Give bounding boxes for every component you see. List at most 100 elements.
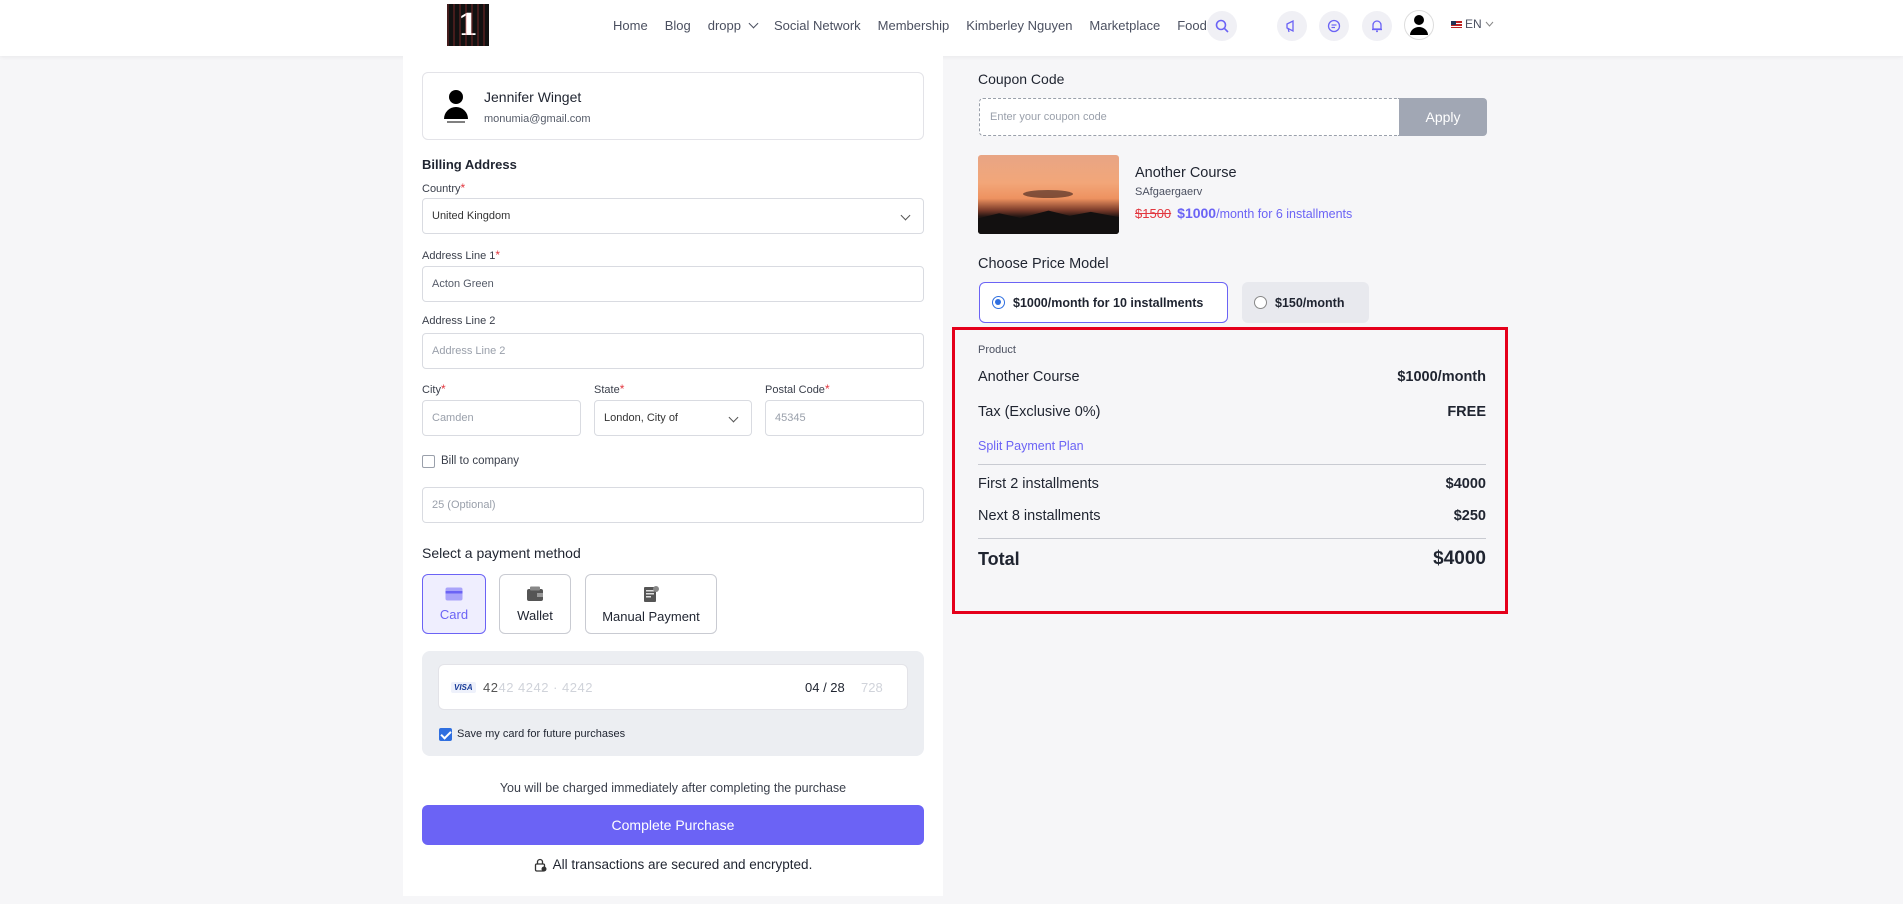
summary-divider [978, 538, 1486, 539]
secure-note-text: All transactions are secured and encrypt… [552, 857, 813, 872]
card-details-box: VISA 4242 4242 · 4242 04 / 28 728 Save m… [422, 651, 924, 756]
lock-icon [534, 858, 547, 872]
course-price-suffix: /month for 6 installments [1216, 207, 1353, 221]
price-model-option-label: $150/month [1275, 295, 1345, 310]
payment-method-card[interactable]: Card [422, 574, 486, 634]
megaphone-icon [1286, 19, 1294, 33]
top-navbar: 1 Home Blog dropp Social Network Members… [0, 0, 1903, 56]
required-mark: * [495, 248, 501, 262]
address1-input[interactable]: Acton Green [422, 266, 924, 302]
complete-purchase-button[interactable]: Complete Purchase [422, 805, 924, 845]
user-icon [1410, 15, 1428, 35]
course-subtitle: SAfgaergaerv [1135, 186, 1203, 198]
country-select[interactable]: United Kingdom [422, 198, 924, 234]
save-card-label: Save my card for future purchases [457, 728, 626, 740]
summary-next-label: Next 8 installments [978, 508, 1101, 524]
card-expiry[interactable]: 04 / 28 [805, 680, 845, 695]
bill-to-company-checkbox[interactable] [422, 455, 435, 468]
course-price: $1500 $1000/month for 6 installments [1135, 205, 1352, 221]
address1-label: Address Line 1* [422, 248, 500, 262]
summary-product-row: Another Course $1000/month [978, 369, 1486, 385]
save-card-checkbox[interactable] [439, 728, 452, 741]
user-email: monumia@gmail.com [484, 113, 591, 125]
company-placeholder: 25 (Optional) [432, 499, 496, 511]
summary-total-value: $4000 [1433, 548, 1486, 569]
summary-product-name: Another Course [978, 369, 1080, 385]
nav-marketplace[interactable]: Marketplace [1089, 18, 1160, 33]
user-card: Jennifer Winget monumia@gmail.com [422, 72, 924, 140]
postal-code-label: Postal Code* [765, 382, 830, 396]
required-mark: * [824, 382, 830, 396]
summary-tax-row: Tax (Exclusive 0%) FREE [978, 404, 1486, 420]
thumbnail-cloud [1023, 190, 1073, 198]
course-old-price: $1500 [1135, 206, 1172, 221]
address2-placeholder: Address Line 2 [432, 345, 506, 357]
coupon-input[interactable]: Enter your coupon code [979, 98, 1399, 136]
user-name: Jennifer Winget [484, 89, 582, 105]
user-avatar-button[interactable] [1404, 10, 1434, 40]
summary-first-label: First 2 installments [978, 476, 1099, 492]
notifications-button[interactable] [1362, 11, 1392, 41]
wallet-icon [527, 586, 543, 601]
announcements-button[interactable] [1277, 11, 1307, 41]
summary-next-value: $250 [1453, 508, 1486, 524]
us-flag-icon [1451, 20, 1462, 28]
company-input[interactable]: 25 (Optional) [422, 487, 924, 523]
nav-membership[interactable]: Membership [878, 18, 950, 33]
city-label-text: City [422, 384, 441, 396]
course-thumbnail [978, 155, 1119, 234]
language-selector[interactable]: EN [1451, 17, 1494, 31]
payment-method-wallet-label: Wallet [517, 607, 553, 623]
nav-food[interactable]: Food [1177, 18, 1207, 33]
search-button[interactable] [1207, 11, 1237, 41]
visa-icon: VISA [451, 682, 476, 693]
payment-method-wallet[interactable]: Wallet [499, 574, 571, 634]
nav-kimberley-nguyen[interactable]: Kimberley Nguyen [966, 18, 1072, 33]
billing-address-title: Billing Address [422, 157, 517, 172]
apply-coupon-button[interactable]: Apply [1399, 98, 1487, 136]
address1-label-text: Address Line 1 [422, 250, 496, 262]
chevron-down-icon [1485, 21, 1494, 27]
chevron-down-icon [748, 18, 759, 28]
card-number-input[interactable]: VISA 4242 4242 · 4242 04 / 28 728 [438, 664, 908, 710]
summary-first-value: $4000 [1445, 476, 1486, 492]
summary-product-label: Product [978, 344, 1016, 356]
price-model-option-installments[interactable]: $1000/month for 10 installments [979, 282, 1228, 323]
nav-dropp-label: dropp [707, 17, 741, 33]
chat-icon [1327, 19, 1341, 33]
nav-blog[interactable]: Blog [665, 18, 691, 33]
postal-code-value: 45345 [775, 412, 806, 424]
summary-first-installments-row: First 2 installments $4000 [978, 476, 1486, 492]
bell-icon [1372, 20, 1382, 33]
payment-method-title: Select a payment method [422, 545, 581, 561]
country-label-text: Country [422, 183, 461, 195]
secure-note: All transactions are secured and encrypt… [422, 857, 924, 872]
language-label: EN [1465, 17, 1482, 31]
city-input[interactable]: Camden [422, 400, 581, 436]
messages-button[interactable] [1319, 11, 1349, 41]
price-model-option-monthly[interactable]: $150/month [1242, 282, 1369, 323]
address2-input[interactable]: Address Line 2 [422, 333, 924, 369]
state-select[interactable]: London, City of [594, 400, 752, 436]
nav-dropp[interactable]: dropp [707, 17, 759, 33]
card-number: 4242 4242 · 4242 [483, 680, 593, 695]
payment-method-manual[interactable]: Manual Payment [585, 574, 717, 634]
summary-product-price: $1000/month [1397, 369, 1486, 385]
user-avatar-icon [444, 90, 468, 123]
nav-home[interactable]: Home [613, 18, 648, 33]
card-cvc[interactable]: 728 [861, 680, 883, 695]
course-new-price: $1000 [1177, 205, 1217, 221]
nav-social-network[interactable]: Social Network [774, 18, 861, 33]
radio-selected-icon [992, 296, 1005, 309]
address1-value: Acton Green [432, 278, 494, 290]
site-logo[interactable]: 1 [447, 4, 489, 46]
required-mark: * [440, 382, 446, 396]
coupon-placeholder: Enter your coupon code [990, 111, 1107, 123]
thumbnail-mountains [978, 210, 1119, 234]
payment-method-card-label: Card [439, 606, 469, 622]
price-model-title: Choose Price Model [978, 256, 1109, 272]
summary-total-row: Total $4000 [978, 548, 1486, 570]
postal-code-input[interactable]: 45345 [765, 400, 924, 436]
main-nav: Home Blog dropp Social Network Membershi… [613, 0, 1207, 50]
split-payment-plan-label: Split Payment Plan [978, 439, 1084, 453]
